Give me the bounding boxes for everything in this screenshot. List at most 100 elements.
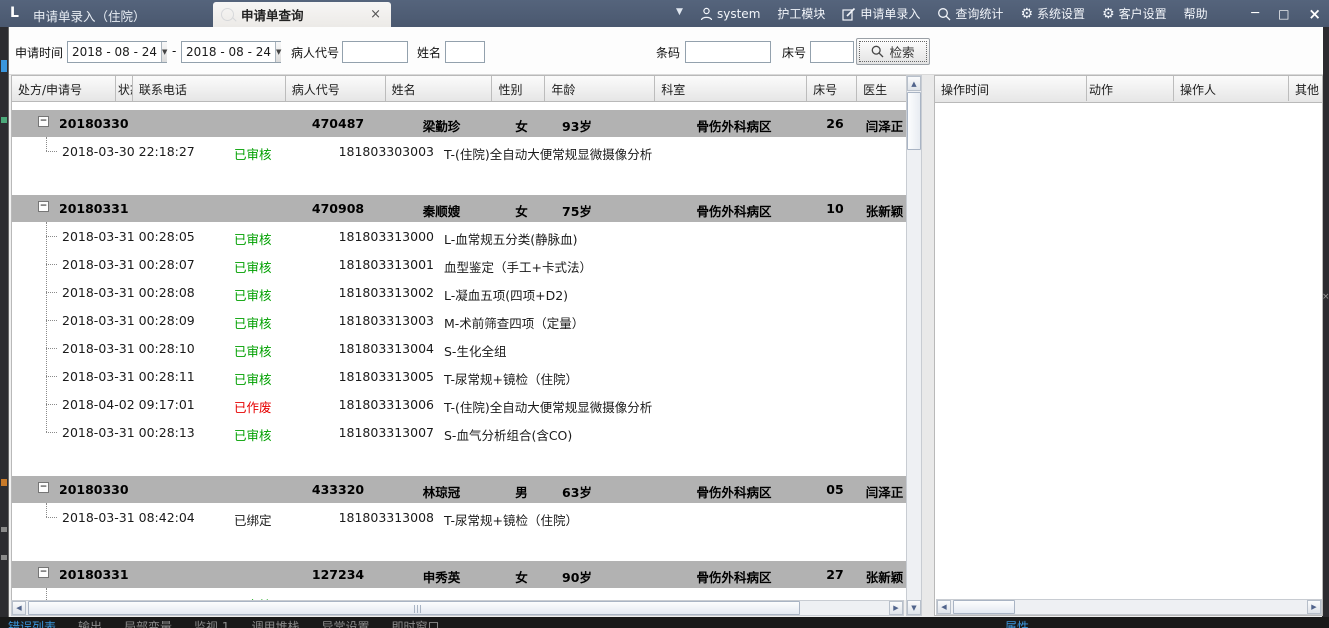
request-row[interactable]: 已审核 (12, 588, 906, 600)
background-strip-bottom: 错误列表输出局部变量监视 1调用堆栈异常设置即时窗口 属性 (0, 617, 1329, 628)
group-patient-name: 申秀英 (388, 567, 495, 586)
menu-item-5[interactable]: ⚙客户设置 (1102, 5, 1167, 22)
patient-id-input[interactable] (342, 41, 408, 63)
column-header-9[interactable]: 医生 (857, 76, 906, 101)
log-column-header-3[interactable]: 其他 (1289, 76, 1323, 101)
column-header-7[interactable]: 科室 (655, 76, 807, 101)
scroll-left-icon[interactable]: ◀ (12, 601, 26, 615)
horizontal-scrollbar-thumb[interactable] (953, 600, 1015, 614)
request-row[interactable]: 2018-03-31 00:28:07已审核181803313001血型鉴定（手… (12, 250, 906, 278)
name-input[interactable] (445, 41, 485, 63)
scroll-down-icon[interactable]: ▼ (907, 600, 921, 615)
column-header-4[interactable]: 姓名 (386, 76, 493, 101)
request-barcode: 181803313005 (322, 369, 434, 384)
chevron-down-icon[interactable]: ▼ (676, 7, 683, 17)
column-header-5[interactable]: 性别 (492, 76, 545, 101)
request-row[interactable]: 2018-03-31 00:28:08已审核181803313002L-凝血五项… (12, 278, 906, 306)
horizontal-scrollbar[interactable]: ◀ ▶ (11, 600, 904, 616)
panel-splitter[interactable] (922, 75, 934, 616)
group-bed: 10 (810, 201, 860, 216)
request-time: 2018-03-31 00:28:07 (62, 257, 195, 272)
scroll-right-icon[interactable]: ▶ (889, 601, 903, 615)
maximize-button[interactable]: □ (1278, 7, 1289, 21)
column-header-2[interactable]: 联系电话 (133, 76, 286, 101)
test-name: L-血常规五分类(静脉血) (444, 229, 578, 248)
group-department: 骨伤外科病区 (658, 201, 810, 220)
menu-item-6[interactable]: 帮助 (1184, 5, 1208, 22)
group-age: 63岁 (562, 482, 592, 501)
group-children: 2018-03-31 00:28:05 已审核 181803313000 L-血常规五… (12, 222, 906, 446)
date-to-combobox[interactable]: 2018 - 08 - 24 ▼ (181, 41, 281, 63)
date-label: 申请时间 (15, 44, 63, 61)
column-header-8[interactable]: 床号 (807, 76, 857, 101)
date-from-combobox[interactable]: 2018 - 08 - 24 ▼ (67, 41, 167, 63)
chevron-down-icon[interactable]: ▼ (161, 42, 167, 62)
ide-panel-tabs: 错误列表 输出 局部变量 监视 1 调用堆栈 异常设置 即时窗口 (8, 618, 440, 628)
scroll-right-icon[interactable]: ▶ (1307, 600, 1321, 614)
log-column-header-2[interactable]: 操作人 (1174, 76, 1289, 101)
request-row[interactable]: 2018-03-31 00:28:09已审核181803313003M-术前筛查… (12, 306, 906, 334)
bed-input[interactable] (810, 41, 854, 63)
ide-tab-6[interactable]: 即时窗口 (392, 618, 440, 628)
scroll-left-icon[interactable]: ◀ (937, 600, 951, 614)
menu-item-label: 申请单录入 (860, 5, 920, 22)
request-row[interactable]: 2018-03-31 00:28:10已审核181803313004S-生化全组 (12, 334, 906, 362)
minimize-button[interactable]: ─ (1251, 6, 1259, 21)
ide-fragment (1, 117, 7, 123)
column-header-1[interactable]: 状态 (116, 76, 133, 101)
request-row[interactable]: 2018-03-31 00:28:11已审核181803313005T-尿常规+… (12, 362, 906, 390)
scroll-up-icon[interactable]: ▲ (907, 76, 921, 91)
group-age: 90岁 (562, 567, 592, 586)
menu-item-0[interactable]: system (700, 7, 760, 21)
search-button[interactable]: 检索 (856, 38, 930, 65)
operation-log-horizontal-scrollbar[interactable]: ◀ ▶ (936, 599, 1322, 615)
ide-tab-3[interactable]: 监视 1 (194, 618, 229, 628)
collapse-icon[interactable]: − (38, 482, 49, 493)
screen: L 申请单录入（住院） 申请单查询 × ▼ system护工模块申请单录入查询统… (0, 0, 1329, 628)
search-button-label: 检索 (889, 42, 914, 61)
menu-item-1[interactable]: 护工模块 (777, 5, 825, 22)
vertical-scrollbar[interactable]: ▲ ▼ (906, 75, 922, 616)
request-time: 2018-03-31 00:28:11 (62, 369, 195, 384)
ide-tab-4[interactable]: 调用堆栈 (252, 618, 300, 628)
ide-tab-2[interactable]: 局部变量 (124, 618, 172, 628)
request-row[interactable]: 2018-03-31 08:42:04已绑定181803313008T-尿常规+… (12, 503, 906, 531)
request-group: −20180331127234申秀英女90岁骨伤外科病区27张新颖已审核 (12, 561, 906, 600)
collapse-icon[interactable]: − (38, 567, 49, 578)
request-time: 2018-03-31 00:28:05 (62, 229, 195, 244)
close-button[interactable]: × (1308, 5, 1321, 23)
ide-tab-1[interactable]: 输出 (78, 618, 102, 628)
menu-item-3[interactable]: 查询统计 (937, 5, 1003, 22)
group-row[interactable]: −20180330433320林琼冠男63岁骨伤外科病区05闫泽正 (12, 476, 906, 503)
group-patient-id: 127234 (288, 567, 388, 582)
request-row[interactable]: 2018-03-31 00:28:05已审核181803313000L-血常规五… (12, 222, 906, 250)
request-row[interactable]: 2018-03-31 00:28:13已审核181803313007S-血气分析… (12, 418, 906, 446)
close-tab-icon[interactable]: × (368, 7, 383, 22)
menu-item-2[interactable]: 申请单录入 (842, 5, 920, 22)
menu-item-4[interactable]: ⚙系统设置 (1020, 5, 1085, 22)
log-column-header-0[interactable]: 操作时间 (935, 76, 1087, 101)
status-badge: 已审核 (234, 313, 272, 332)
group-row[interactable]: −20180331470908秦顺嫂女75岁骨伤外科病区10张新颖 (12, 195, 906, 222)
tab-request-entry[interactable]: 申请单录入（住院） (33, 6, 146, 25)
column-header-6[interactable]: 年龄 (545, 76, 655, 101)
barcode-input[interactable] (685, 41, 771, 63)
log-column-header-1[interactable]: 动作 (1087, 76, 1174, 101)
request-row[interactable]: 2018-03-30 22:18:27已审核181803303003T-(住院)… (12, 137, 906, 165)
group-row[interactable]: −20180331127234申秀英女90岁骨伤外科病区27张新颖 (12, 561, 906, 588)
vertical-scrollbar-thumb[interactable] (907, 92, 921, 150)
request-row[interactable]: 2018-04-02 09:17:01已作废181803313006T-(住院)… (12, 390, 906, 418)
horizontal-scrollbar-thumb[interactable] (28, 601, 800, 615)
collapse-icon[interactable]: − (38, 116, 49, 127)
column-header-3[interactable]: 病人代号 (286, 76, 386, 101)
group-patient-id: 470908 (288, 201, 388, 216)
request-barcode: 181803313000 (322, 229, 434, 244)
chevron-down-icon[interactable]: ▼ (275, 42, 281, 62)
app-window: 申请时间 2018 - 08 - 24 ▼ - 2018 - 08 - 24 ▼… (8, 27, 1322, 617)
group-row[interactable]: −20180330470487梁勤珍女93岁骨伤外科病区26闫泽正 (12, 110, 906, 137)
collapse-icon[interactable]: − (38, 201, 49, 212)
ide-tab-5[interactable]: 异常设置 (322, 618, 370, 628)
tab-request-query[interactable]: 申请单查询 × (213, 2, 391, 27)
column-header-0[interactable]: 处方/申请号 (12, 76, 116, 101)
ide-tab-0[interactable]: 错误列表 (8, 618, 56, 628)
